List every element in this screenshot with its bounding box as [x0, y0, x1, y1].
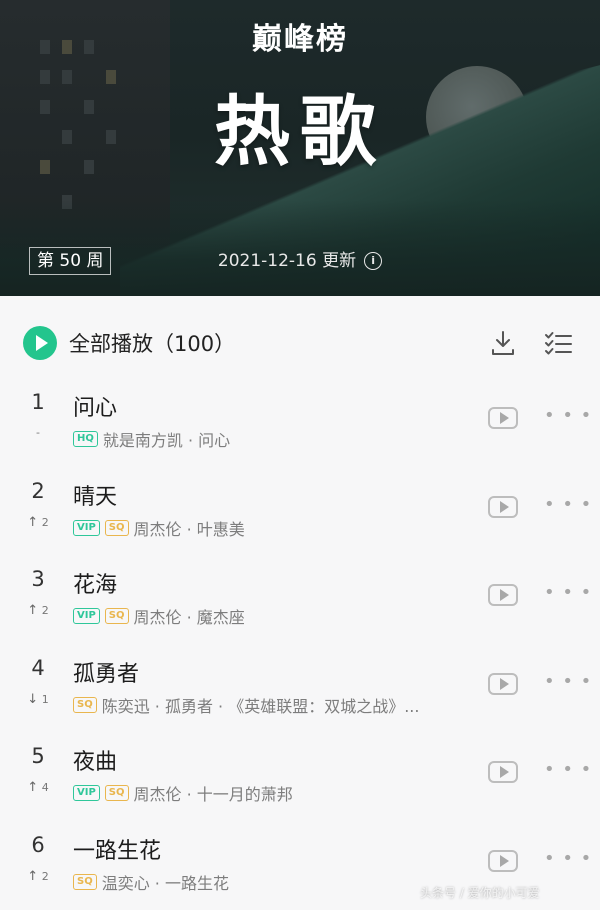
rank-trend: ↑ 2 [18, 603, 58, 618]
more-options-icon[interactable]: • • • [544, 405, 592, 426]
song-title[interactable]: 一路生花 [73, 833, 161, 865]
trend-up-icon: ↑ [27, 603, 39, 618]
artist-album: 周杰伦 · 叶惠美 [133, 519, 245, 539]
song-rank: 1 [31, 390, 45, 414]
song-rank: 3 [31, 567, 45, 591]
trend-unchanged: - [36, 426, 40, 439]
more-options-icon[interactable]: • • • [544, 494, 592, 515]
play-all-button[interactable]: 全部播放（100） [23, 326, 235, 360]
song-row[interactable]: 3 ↑ 2 花海 VIP SQ 周杰伦 · 魔杰座 • • • [0, 555, 600, 643]
mv-play-icon[interactable] [488, 672, 518, 695]
play-all-label: 全部播放（100） [69, 332, 236, 356]
song-title[interactable]: 夜曲 [73, 744, 117, 776]
mv-play-icon[interactable] [488, 761, 518, 783]
trend-value: 4 [41, 781, 49, 794]
artist-album: 周杰伦 · 魔杰座 [133, 608, 245, 627]
update-date: 2021-12-16 更新 [217, 251, 357, 271]
trend-value: 2 [41, 604, 49, 617]
multi-select-icon[interactable] [543, 328, 573, 358]
rank-trend: ↑ 2 [18, 515, 58, 530]
page-title: 热歌 [214, 87, 386, 176]
song-rank: 6 [31, 832, 45, 857]
quality-tag-vip: VIP [73, 608, 100, 624]
quality-tag-hq: HQ [73, 431, 98, 447]
song-rank: 4 [31, 655, 45, 680]
mv-play-icon[interactable] [488, 495, 518, 518]
song-title[interactable]: 孤勇者 [73, 656, 139, 688]
quality-tag-vip: VIP [73, 519, 100, 536]
rank-trend: - [18, 426, 58, 439]
quality-tag-sq: SQ [104, 785, 129, 801]
trend-up-icon: ↑ [27, 780, 39, 795]
song-meta: HQ 就是南方凯 · 问心 [73, 427, 473, 451]
play-icon [23, 326, 57, 360]
song-title[interactable]: 问心 [73, 390, 117, 422]
quality-tag-sq: SQ [73, 873, 97, 890]
download-icon[interactable] [488, 328, 518, 358]
rank-trend: ↑ 4 [18, 780, 58, 795]
rank-trend: ↓ 1 [18, 692, 58, 707]
song-meta: VIP SQ 周杰伦 · 魔杰座 [73, 604, 473, 628]
brand-logo: 巅峰榜 [252, 22, 348, 57]
chart-banner: 巅峰榜 热歌 第 50 周 2021-12-16 更新 i [0, 0, 600, 296]
artist-album: 周杰伦 · 十一月的萧邦 [133, 785, 293, 804]
song-meta: SQ 陈奕迅 · 孤勇者 · 《英雄联盟：双城之战》... [73, 693, 473, 717]
song-row[interactable]: 2 ↑ 2 晴天 VIP SQ 周杰伦 · 叶惠美 • • • [0, 467, 600, 555]
song-row[interactable]: 1 - 问心 HQ 就是南方凯 · 问心 • • • [0, 378, 600, 466]
update-info[interactable]: 2021-12-16 更新 i [0, 248, 600, 274]
song-rank: 2 [31, 478, 45, 503]
mv-play-icon[interactable] [488, 584, 518, 606]
trend-value: 2 [41, 869, 49, 883]
watermark: 头条号 / 爱你的小可爱 [420, 886, 540, 900]
quality-tag-vip: VIP [73, 785, 100, 801]
song-row[interactable]: 4 ↓ 1 孤勇者 SQ 陈奕迅 · 孤勇者 · 《英雄联盟：双城之战》... • • • [0, 644, 600, 732]
trend-up-icon: ↑ [27, 868, 39, 884]
quality-tag-sq: SQ [104, 608, 129, 624]
song-title[interactable]: 花海 [73, 567, 117, 599]
trend-up-icon: ↑ [27, 514, 39, 530]
mv-play-icon[interactable] [488, 849, 518, 872]
song-title[interactable]: 晴天 [73, 479, 117, 511]
more-options-icon[interactable]: • • • [544, 759, 592, 780]
mv-play-icon[interactable] [488, 407, 518, 429]
more-options-icon[interactable]: • • • [544, 582, 592, 603]
trend-value: 1 [41, 692, 49, 706]
trend-down-icon: ↓ [27, 691, 39, 707]
info-icon[interactable]: i [364, 252, 383, 270]
song-rank: 5 [31, 744, 45, 768]
quality-tag-sq: SQ [104, 519, 129, 536]
more-options-icon[interactable]: • • • [544, 848, 592, 869]
trend-value: 2 [41, 515, 49, 529]
song-meta: VIP SQ 周杰伦 · 十一月的萧邦 [73, 781, 473, 805]
song-meta: VIP SQ 周杰伦 · 叶惠美 [73, 516, 473, 540]
more-options-icon[interactable]: • • • [544, 671, 592, 692]
artist-album: 就是南方凯 · 问心 [102, 431, 231, 450]
song-row[interactable]: 5 ↑ 4 夜曲 VIP SQ 周杰伦 · 十一月的萧邦 • • • [0, 732, 600, 820]
list-toolbar: 全部播放（100） [0, 296, 600, 376]
song-meta: SQ 温奕心 · 一路生花 [73, 870, 473, 894]
rank-trend: ↑ 2 [18, 869, 58, 884]
artist-album: 温奕心 · 一路生花 [101, 873, 229, 893]
artist-album: 陈奕迅 · 孤勇者 · 《英雄联盟：双城之战》... [101, 696, 420, 716]
quality-tag-sq: SQ [73, 696, 97, 713]
